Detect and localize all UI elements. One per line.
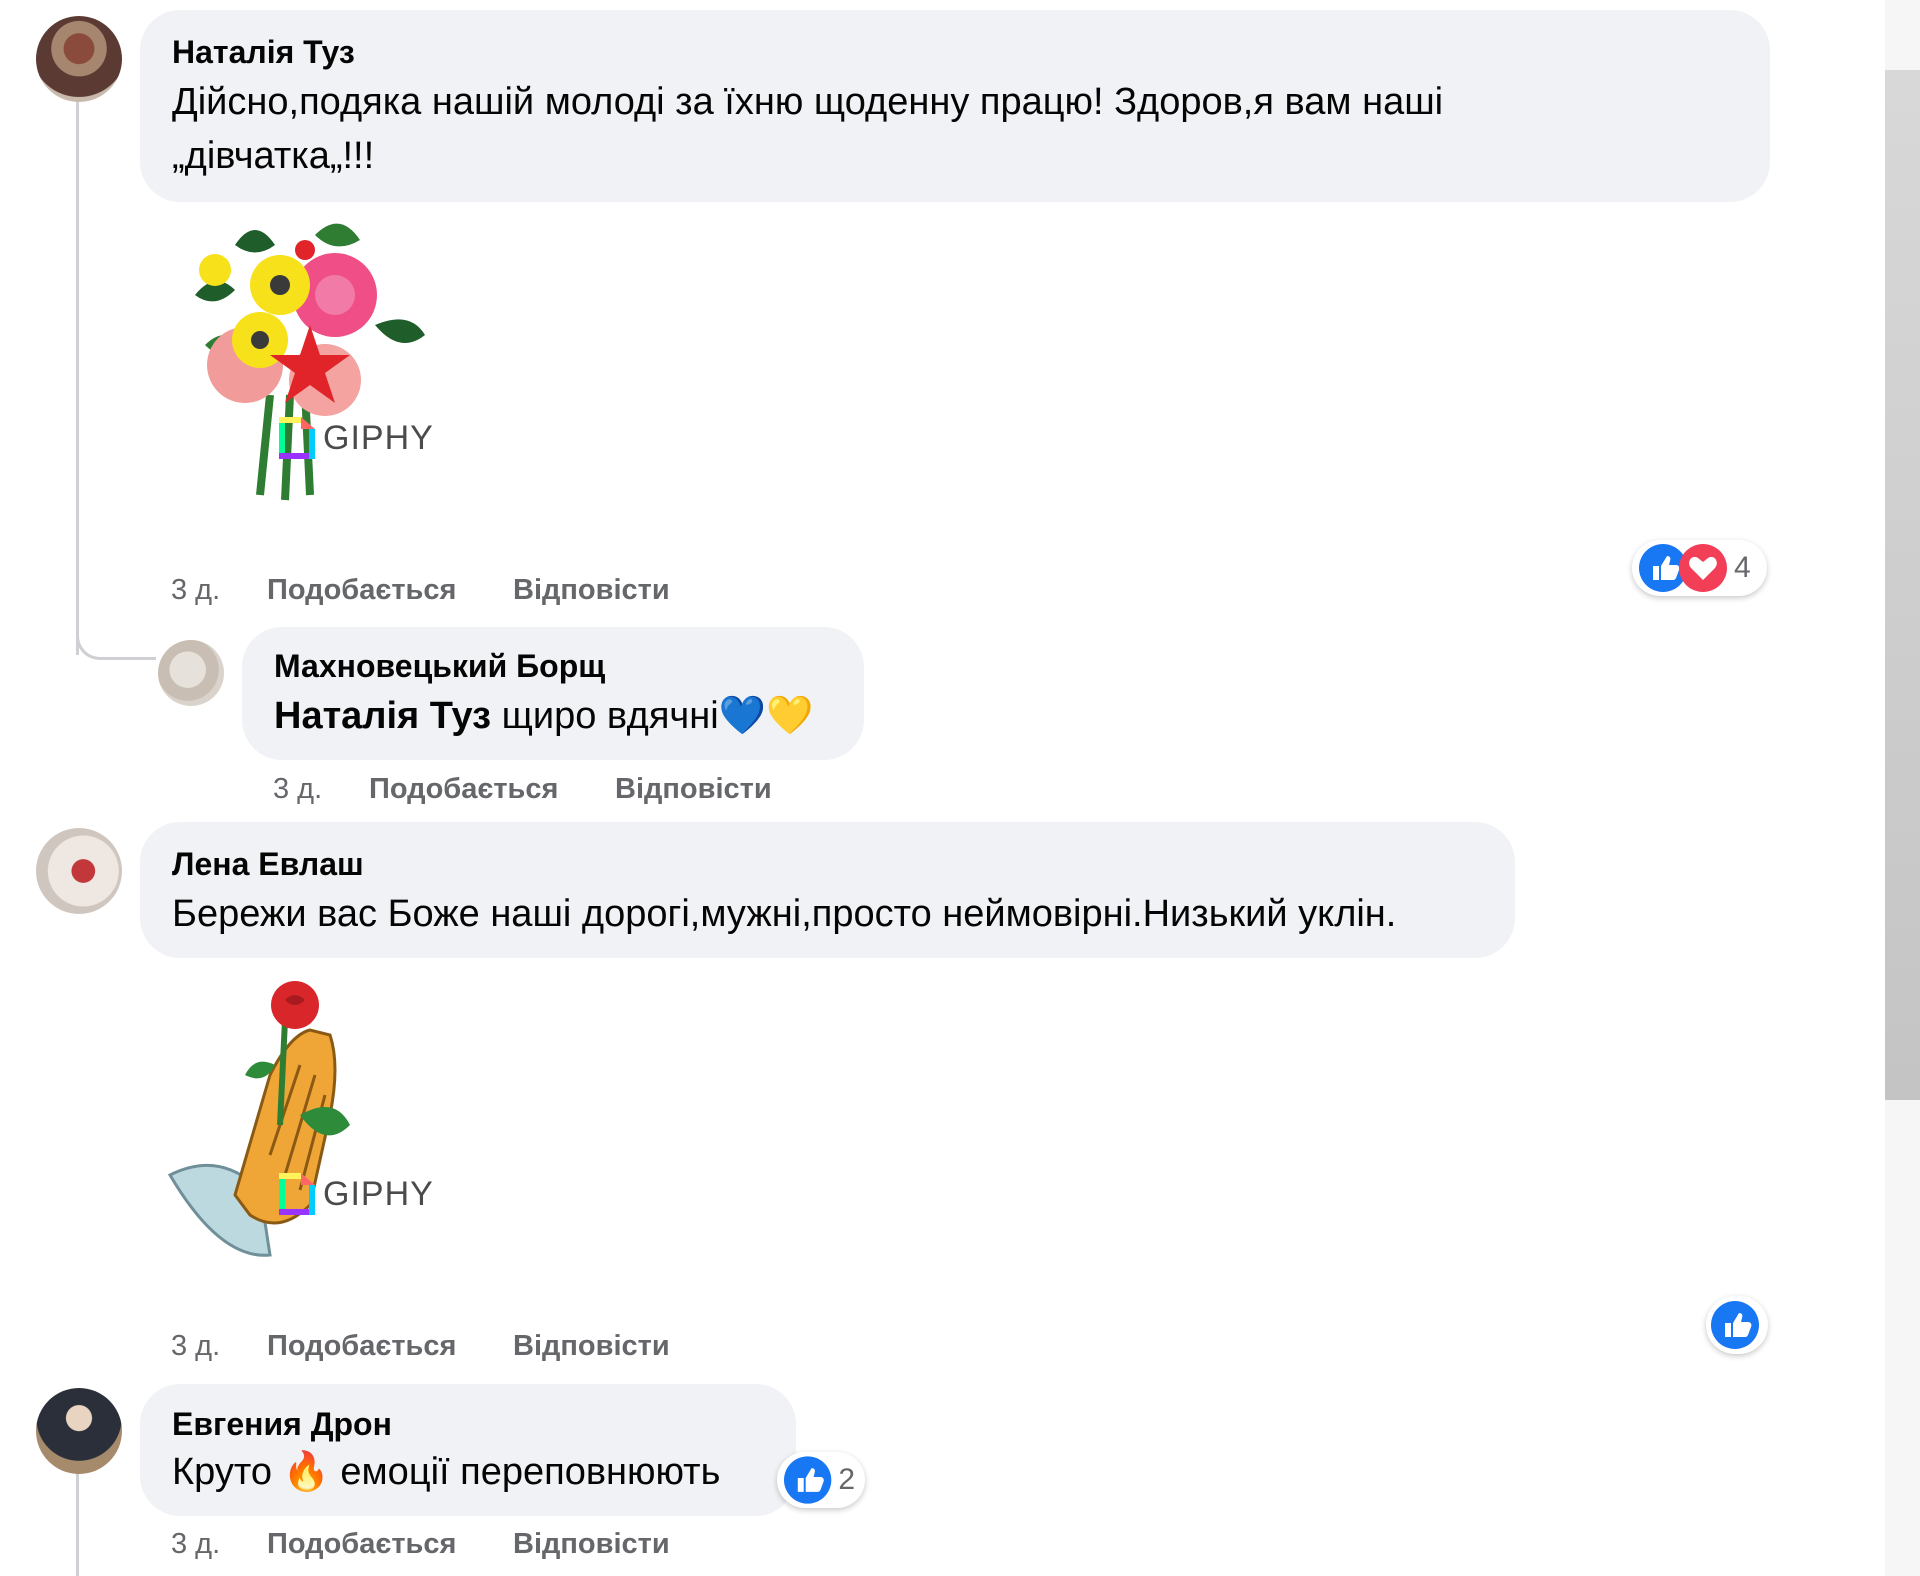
side-panel-image [1885, 70, 1920, 1100]
reaction-summary[interactable] [1706, 1296, 1768, 1354]
thread-branch [76, 612, 156, 660]
comment-text: Круто 🔥 емоції переповнюють [172, 1451, 721, 1493]
giphy-logo-icon [279, 1173, 315, 1215]
thread-line [76, 1470, 79, 1576]
giphy-attribution: GIPHY [277, 415, 434, 461]
like-button[interactable]: Подобається [267, 1528, 456, 1561]
fire-emoji: 🔥 [282, 1451, 330, 1493]
thread-line [76, 100, 79, 655]
comment-time[interactable]: 3 д. [171, 574, 220, 607]
comment-author[interactable]: Наталія Туз [172, 34, 355, 71]
comment-author[interactable]: Евгения Дрон [172, 1406, 392, 1443]
avatar[interactable] [36, 1388, 122, 1474]
comment-text: Бережи вас Боже наші дорогі,мужні,просто… [172, 893, 1397, 935]
like-icon [783, 1456, 832, 1504]
comment-text: Наталія Туз щиро вдячні💙💛 [274, 690, 813, 742]
reply-button[interactable]: Відповісти [513, 1528, 670, 1561]
comment-text-body: щиро вдячні💙💛 [501, 695, 814, 737]
reply-button[interactable]: Відповісти [615, 773, 772, 806]
avatar[interactable] [36, 16, 122, 102]
love-icon [1679, 544, 1727, 592]
like-button[interactable]: Подобається [267, 574, 456, 607]
like-button[interactable]: Подобається [369, 773, 558, 806]
reaction-count: 4 [1734, 551, 1751, 584]
avatar[interactable] [158, 640, 224, 706]
reaction-summary[interactable]: 2 [777, 1452, 865, 1508]
comment-author[interactable]: Лена Евлаш [172, 846, 364, 883]
comment-text: „дівчатка„!!! [172, 135, 375, 177]
giphy-logo-icon [279, 417, 315, 459]
giphy-attribution: GIPHY [277, 1171, 434, 1217]
flower-bouquet-image [195, 223, 425, 501]
comment-time[interactable]: 3 д. [171, 1528, 220, 1561]
comment-author[interactable]: Махновецький Борщ [274, 648, 605, 685]
reaction-count: 2 [838, 1463, 855, 1496]
comment-text: Дійсно,подяка нашій молоді за їхню щоден… [172, 81, 1444, 123]
mention-link[interactable]: Наталія Туз [274, 695, 491, 737]
gif-bouquet[interactable] [175, 215, 445, 505]
avatar[interactable] [36, 828, 122, 914]
reply-button[interactable]: Відповісти [513, 574, 670, 607]
comment-time[interactable]: 3 д. [171, 1330, 220, 1363]
praying-hands-rose-image [167, 981, 350, 1257]
reply-button[interactable]: Відповісти [513, 1330, 670, 1363]
comment-time[interactable]: 3 д. [273, 773, 322, 806]
reaction-summary[interactable]: 4 [1632, 540, 1767, 596]
gif-praying-hands[interactable] [160, 975, 390, 1265]
like-button[interactable]: Подобається [267, 1330, 456, 1363]
like-icon [1711, 1301, 1759, 1349]
